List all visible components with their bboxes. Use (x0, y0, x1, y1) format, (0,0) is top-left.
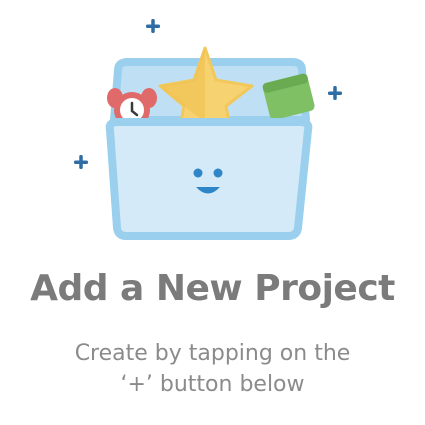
empty-project-illustration (74, 19, 342, 240)
empty-state-title: Add a New Project (30, 268, 395, 309)
empty-state-subtitle-line-2: ‘+’ button below (120, 372, 305, 397)
empty-state-subtitle: Create by tapping on the ‘+’ button belo… (0, 338, 425, 400)
basket-icon (105, 118, 313, 240)
empty-state-screen: Add a New Project Create by tapping on t… (0, 0, 425, 425)
empty-state-subtitle-line-1: Create by tapping on the (74, 341, 351, 366)
